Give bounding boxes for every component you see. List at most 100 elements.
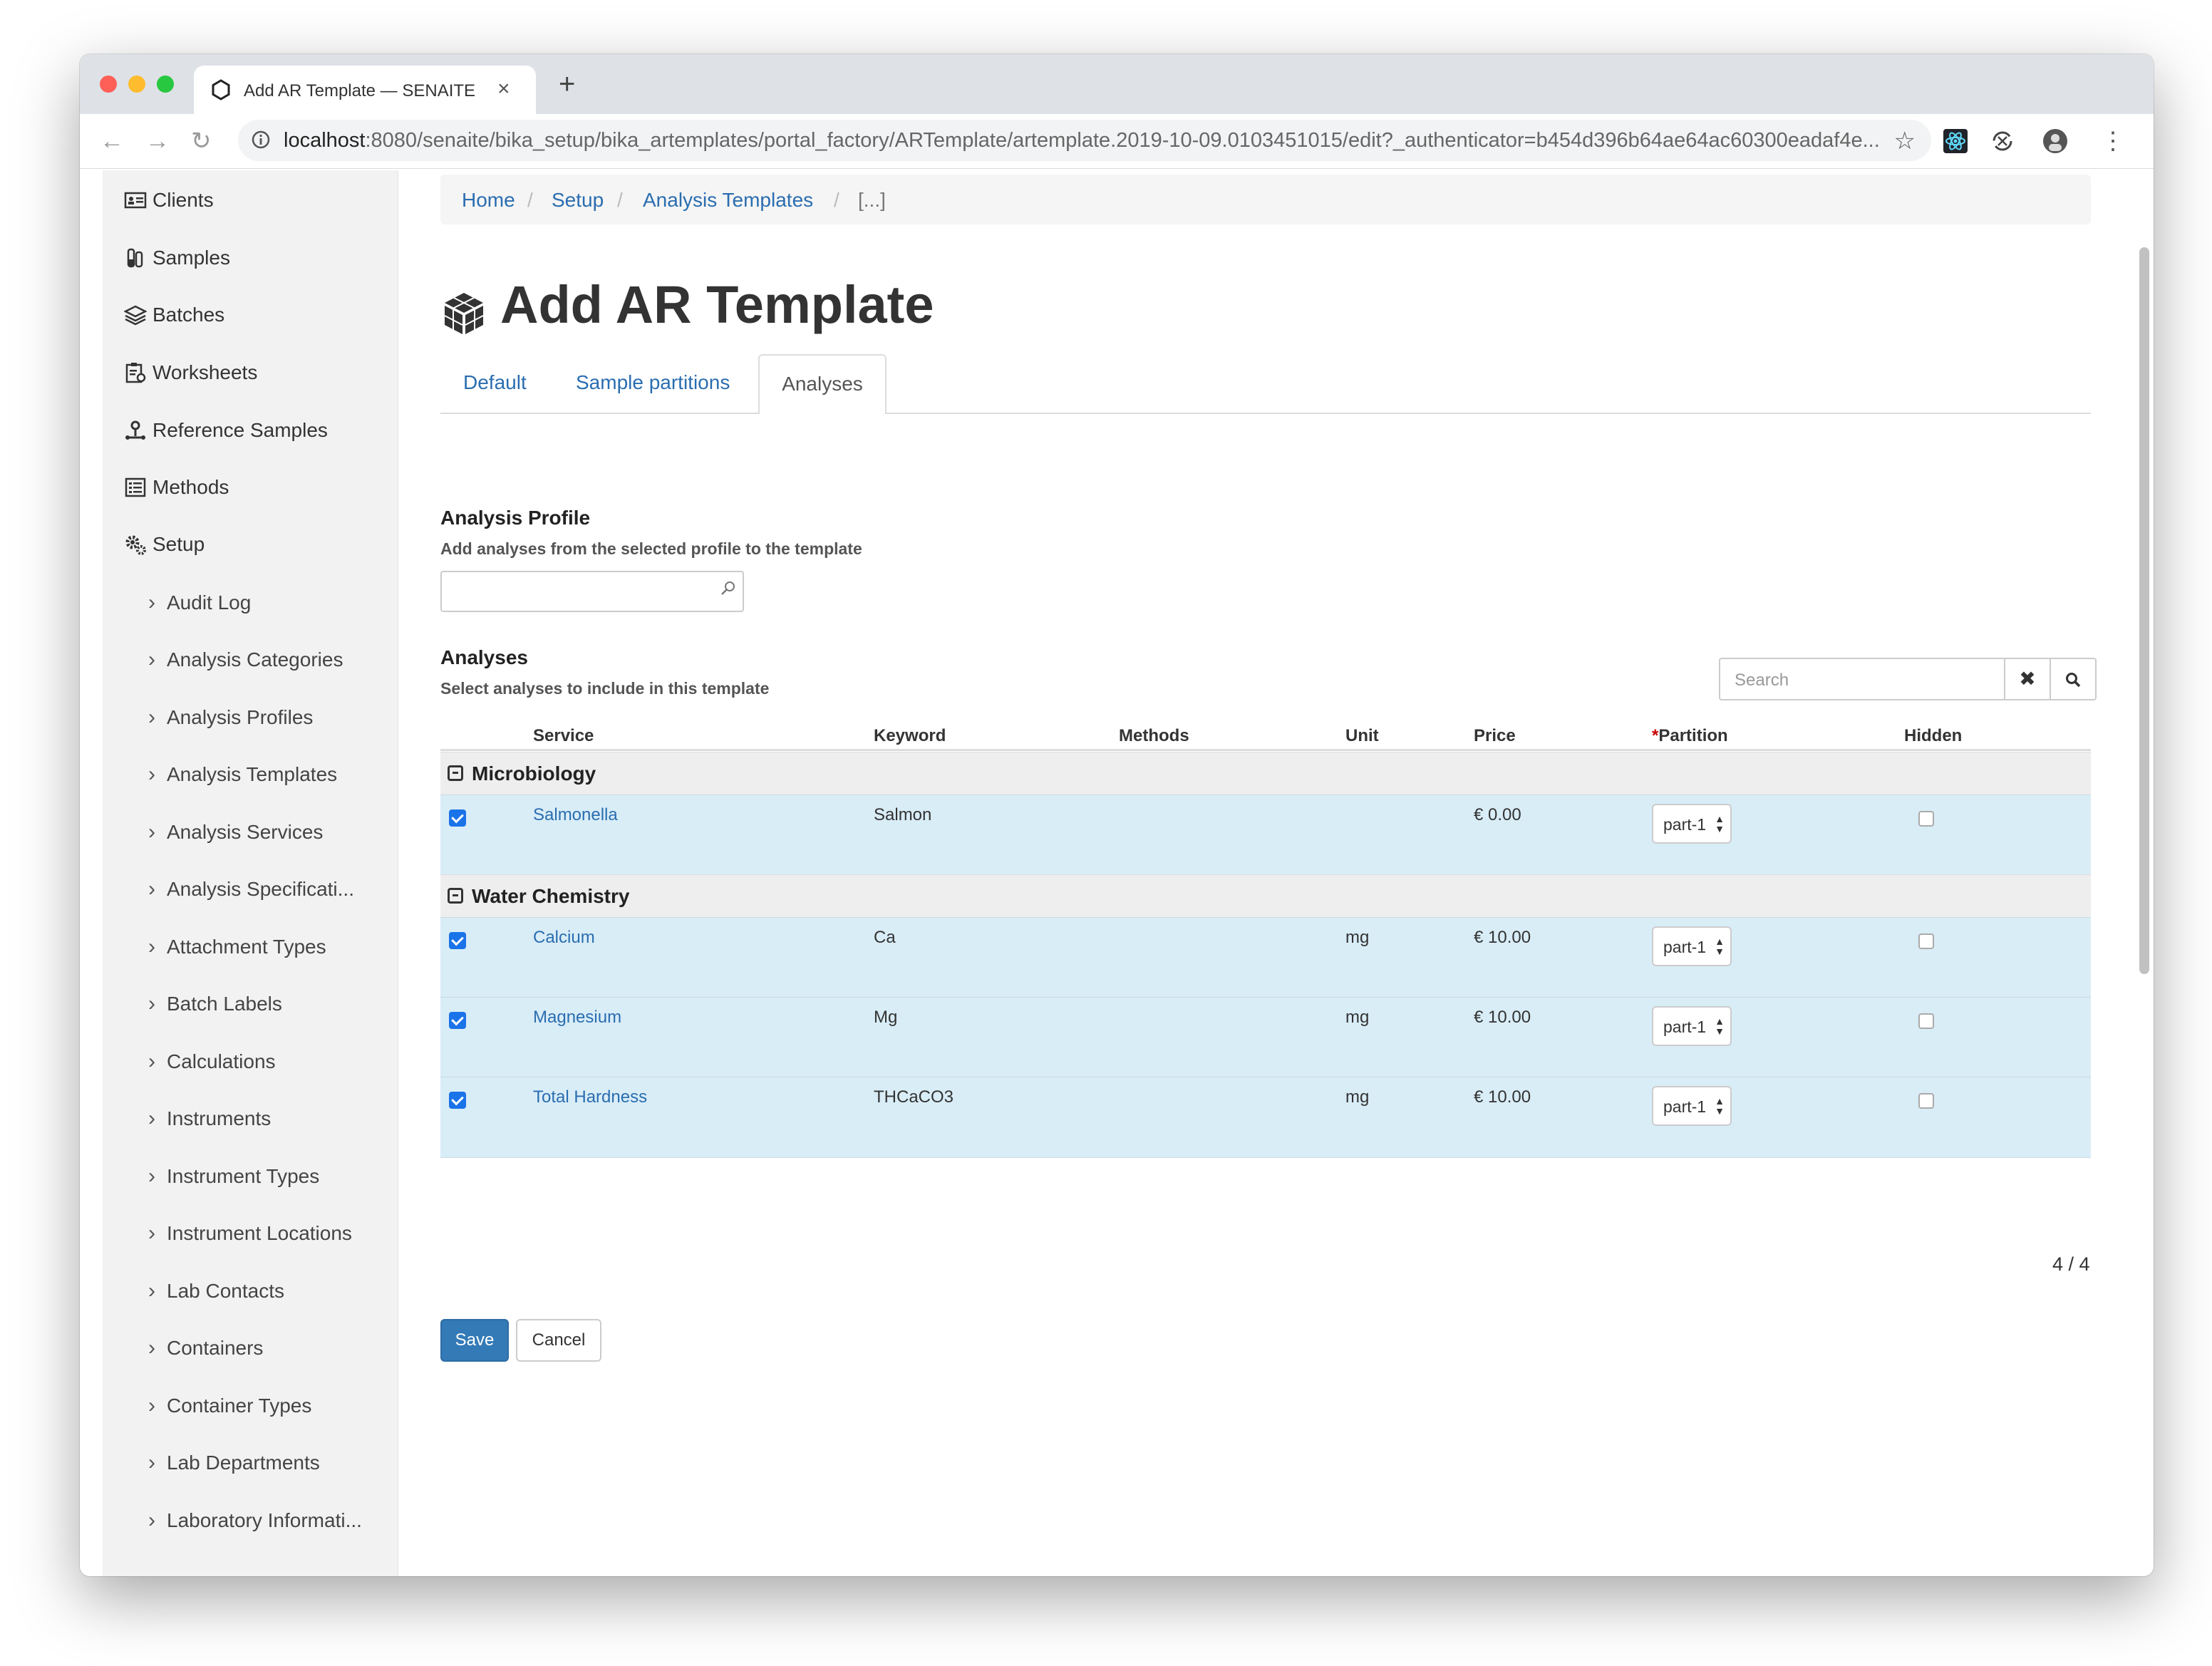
hidden-checkbox[interactable] [1918,1013,1934,1029]
sidebar-subitem-label: Analysis Templates [167,763,338,785]
reload-button[interactable]: ↻ [191,127,212,155]
sidebar-item-label: Samples [153,247,230,269]
window-close-button[interactable] [100,76,117,93]
tab-analyses[interactable]: Analyses [758,354,887,414]
sidebar-item-label: Batches [153,304,225,326]
partition-select[interactable]: part-1 ▲ ▼ [1652,1006,1732,1046]
service-link[interactable]: Salmonella [533,805,618,825]
clear-icon: ✖ [2019,668,2036,690]
setup-gears-icon [125,535,146,555]
category-title: Water Chemistry [472,885,630,907]
sidebar-subitem-label: Instrument Locations [167,1222,352,1244]
row-select-checkbox[interactable] [449,809,466,827]
window-zoom-button[interactable] [157,76,174,93]
column-header-keyword[interactable]: Keyword [874,726,946,746]
keyword-cell: THCaCO3 [874,1087,954,1107]
collapse-toggle-icon[interactable] [448,765,463,781]
price-cell: € 10.00 [1474,1008,1531,1027]
table-search-input[interactable]: Search [1719,658,2005,700]
reference-samples-icon [125,420,145,440]
chevron-right-icon: › [148,1394,155,1417]
back-button[interactable]: ← [100,127,124,155]
collapse-toggle-icon[interactable] [448,888,463,904]
tab-close-icon[interactable]: × [497,77,510,101]
keyword-cell: Ca [874,928,896,947]
tab-title: Add AR Template — SENAITE [244,81,476,100]
browser-tab-bar: Add AR Template — SENAITE × + [80,54,2154,114]
browser-toolbar: ← → ↻ localhost:8080/senaite/bika_setup/… [80,114,2154,169]
browser-menu-icon[interactable]: ⋮ [2101,127,2125,155]
column-header-methods[interactable]: Methods [1119,726,1189,746]
breadcrumb: Home / Setup / Analysis Templates / [...… [440,175,2091,224]
chevron-right-icon: › [148,648,155,671]
partition-value: part-1 [1663,1097,1707,1116]
new-tab-button[interactable]: + [559,70,575,98]
breadcrumb-home-link[interactable]: Home [462,189,515,212]
partition-select[interactable]: part-1 ▲ ▼ [1652,804,1732,844]
window-minimize-button[interactable] [128,76,145,93]
clients-icon [124,192,147,209]
category-row-microbiology[interactable]: Microbiology [440,752,2091,795]
row-select-checkbox[interactable] [449,1012,466,1029]
chevron-right-icon: › [148,762,155,786]
profile-avatar-icon[interactable] [2042,128,2068,154]
category-row-water-chemistry[interactable]: Water Chemistry [440,874,2091,918]
sidebar-subitem-label: Lab Contacts [167,1280,284,1302]
sidebar-item-label: Methods [153,476,229,498]
address-bar[interactable]: localhost:8080/senaite/bika_setup/bika_a… [238,120,1931,161]
analysis-profile-input[interactable] [440,571,744,612]
page-content: Clients Samples Batches Worksheets Refer… [80,169,2154,1576]
column-header-partition[interactable]: *Partition [1652,726,1728,746]
react-devtools-extension-icon[interactable] [1943,128,1968,154]
clear-search-button[interactable]: ✖ [2004,658,2051,700]
bookmark-star-icon[interactable]: ☆ [1894,127,1916,155]
chevron-right-icon: › [148,1509,155,1532]
unit-cell: mg [1345,1087,1370,1107]
tab-default[interactable]: Default [463,371,527,394]
column-header-price[interactable]: Price [1474,726,1516,746]
hidden-checkbox[interactable] [1918,1093,1934,1109]
page-scrollbar[interactable] [2139,247,2149,974]
info-icon[interactable] [251,130,271,150]
chevron-right-icon: › [148,705,155,729]
partition-value: part-1 [1663,938,1707,956]
row-select-checkbox[interactable] [449,1092,466,1109]
breadcrumb-setup-link[interactable]: Setup [552,189,604,212]
sidebar-item-label: Worksheets [153,361,258,383]
save-button[interactable]: Save [440,1319,509,1362]
senaite-favicon-icon [212,79,230,100]
hidden-checkbox[interactable] [1918,933,1934,949]
tab-sample-partitions[interactable]: Sample partitions [576,371,730,394]
browser-window: Add AR Template — SENAITE × + ← → ↻ loca… [80,54,2154,1576]
service-link[interactable]: Total Hardness [533,1087,647,1107]
breadcrumb-analysis-templates-link[interactable]: Analysis Templates [643,189,813,212]
column-header-unit[interactable]: Unit [1345,726,1379,746]
page-title: Add AR Template [500,275,934,334]
select-arrows-icon: ▲ ▼ [1715,813,1725,834]
breadcrumb-separator: / [527,189,533,211]
partition-value: part-1 [1663,815,1707,834]
url-text[interactable]: localhost:8080/senaite/bika_setup/bika_a… [284,129,1880,152]
service-link[interactable]: Magnesium [533,1008,621,1028]
sidebar-subitem-label: Containers [167,1337,264,1359]
partition-value: part-1 [1663,1018,1707,1036]
column-header-service[interactable]: Service [533,726,594,746]
sidebar-subitem-label: Instruments [167,1107,272,1129]
sidebar-subitem-label: Laboratory Informati... [167,1509,362,1531]
search-button[interactable] [2050,658,2097,700]
sync-extension-icon[interactable] [1990,128,2015,154]
forward-button[interactable]: → [145,127,170,155]
partition-select[interactable]: part-1 ▲ ▼ [1652,1086,1732,1126]
hidden-checkbox[interactable] [1918,811,1934,827]
row-select-checkbox[interactable] [449,932,466,949]
unit-cell: mg [1345,928,1370,947]
cancel-button[interactable]: Cancel [516,1319,601,1362]
chevron-right-icon: › [148,1164,155,1188]
main-panel: Home / Setup / Analysis Templates / [...… [440,169,2112,1576]
column-header-hidden[interactable]: Hidden [1904,726,1962,746]
browser-tab[interactable]: Add AR Template — SENAITE × [194,66,536,114]
partition-select[interactable]: part-1 ▲ ▼ [1652,926,1732,966]
analyses-help: Select analyses to include in this templ… [440,679,770,698]
service-link[interactable]: Calcium [533,928,595,948]
sidebar-subitem-label: Instrument Types [167,1165,320,1187]
